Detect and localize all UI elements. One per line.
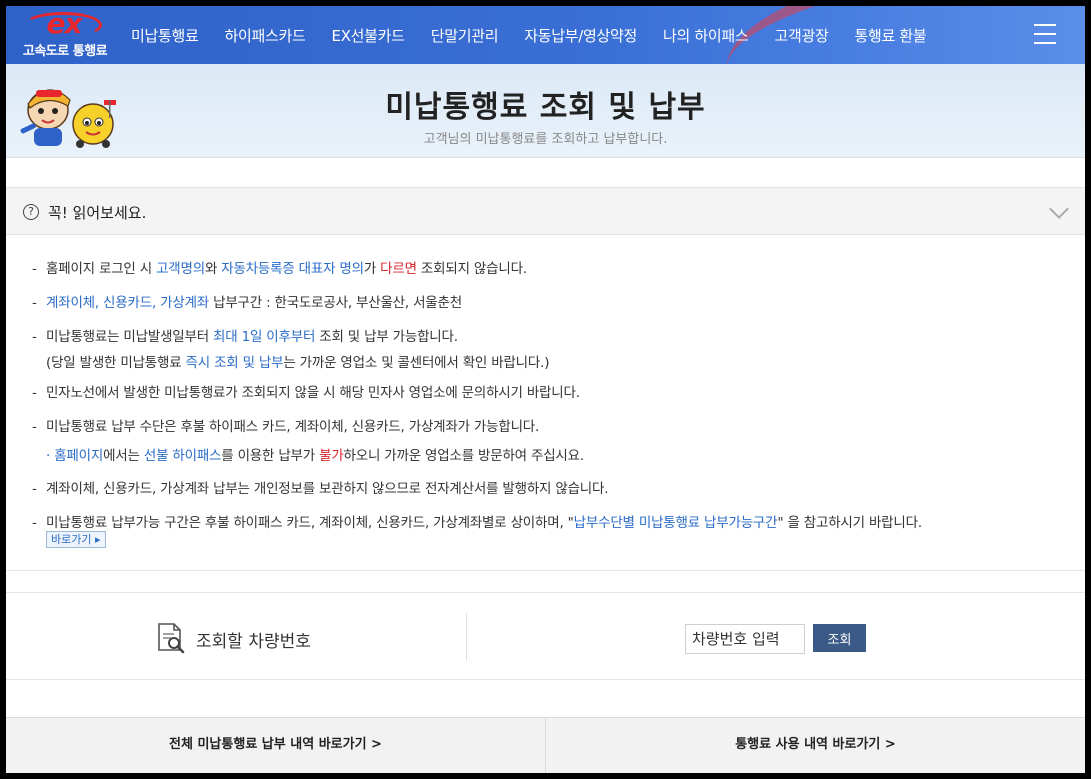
hamburger-menu-icon[interactable] <box>1034 24 1056 44</box>
notice-item-login-name: - 홈페이지 로그인 시 고객명의와 자동차등록증 대표자 명의가 다르면 조회되… <box>32 261 527 277</box>
logo-text: 고속도로 통행료 <box>22 44 108 59</box>
page-header-banner: 미납통행료 조회 및 납부 고객님의 미납통행료를 조회하고 납부합니다. <box>6 64 1085 158</box>
menu-item-my-hipass[interactable]: 나의 하이패스 <box>650 25 761 46</box>
notice-title: 꼭! 읽어보세요. <box>48 204 147 222</box>
bottom-links: 전체 미납통행료 납부 내역 바로가기 > 통행료 사용 내역 바로가기 > <box>6 717 1085 773</box>
notice-item-payable-sections: - 미납통행료 납부가능 구간은 후불 하이패스 카드, 계좌이체, 신용카드, … <box>32 515 922 531</box>
top-navigation: ex 고속도로 통행료 미납통행료 하이패스카드 EX선불카드 단말기관리 자동… <box>6 6 1085 64</box>
search-divider <box>466 613 467 661</box>
payable-sections-link[interactable]: 납부수단별 미납통행료 납부가능구간 <box>574 515 778 531</box>
menu-item-auto-payment[interactable]: 자동납부/영상약정 <box>511 25 650 46</box>
notice-item-payment-methods: - 미납통행료 납부 수단은 후불 하이패스 카드, 계좌이체, 신용카드, 가상… <box>32 419 584 464</box>
page-frame: ex 고속도로 통행료 미납통행료 하이패스카드 EX선불카드 단말기관리 자동… <box>6 6 1085 773</box>
vehicle-search-section: 조회할 차량번호 조회 <box>6 592 1085 680</box>
menu-item-terminal-management[interactable]: 단말기관리 <box>418 25 512 46</box>
notice-item-private-roads: - 민자노선에서 발생한 미납통행료가 조회되지 않을 시 해당 민자사 영업소에… <box>32 385 580 401</box>
notice-accordion-header[interactable]: ? 꼭! 읽어보세요. <box>6 187 1085 235</box>
vehicle-number-label: 조회할 차량번호 <box>196 632 311 652</box>
menu-item-customer-plaza[interactable]: 고객광장 <box>761 25 841 46</box>
goto-button[interactable]: 바로가기 ▸ <box>46 531 106 548</box>
toll-usage-history-link[interactable]: 통행료 사용 내역 바로가기 > <box>545 718 1085 773</box>
chevron-down-icon[interactable] <box>1049 199 1069 219</box>
notice-item-tax-invoice: - 계좌이체, 신용카드, 가상계좌 납부는 개인정보를 보관하지 않으므로 전자… <box>32 481 609 497</box>
menu-item-hipass-card[interactable]: 하이패스카드 <box>212 25 319 46</box>
page-title: 미납통행료 조회 및 납부 <box>385 90 706 125</box>
notice-item-payment-sections: - 계좌이체, 신용카드, 가상계좌 납부구간 : 한국도로공사, 부산울산, 서… <box>32 295 462 311</box>
all-unpaid-history-link[interactable]: 전체 미납통행료 납부 내역 바로가기 > <box>6 718 545 773</box>
document-search-icon <box>158 623 185 654</box>
notice-body: - 홈페이지 로그인 시 고객명의와 자동차등록증 대표자 명의가 다르면 조회되… <box>6 235 1085 571</box>
menu-item-toll-refund[interactable]: 통행료 환불 <box>841 25 939 46</box>
notice-item-inquiry-timing: - 미납통행료는 미납발생일부터 최대 1일 이후부터 조회 및 납부 가능합니다… <box>32 329 550 371</box>
vehicle-number-input[interactable] <box>685 624 805 654</box>
page-subtitle: 고객님의 미납통행료를 조회하고 납부합니다. <box>423 132 668 147</box>
search-button[interactable]: 조회 <box>813 624 866 652</box>
logo-mark: ex <box>46 7 82 40</box>
menu-item-ex-prepaid-card[interactable]: EX선불카드 <box>319 25 418 46</box>
question-icon: ? <box>23 204 39 220</box>
main-menu: 미납통행료 하이패스카드 EX선불카드 단말기관리 자동납부/영상약정 나의 하… <box>118 6 939 64</box>
site-logo[interactable]: ex 고속도로 통행료 <box>10 10 120 60</box>
menu-item-unpaid-toll[interactable]: 미납통행료 <box>118 25 212 46</box>
